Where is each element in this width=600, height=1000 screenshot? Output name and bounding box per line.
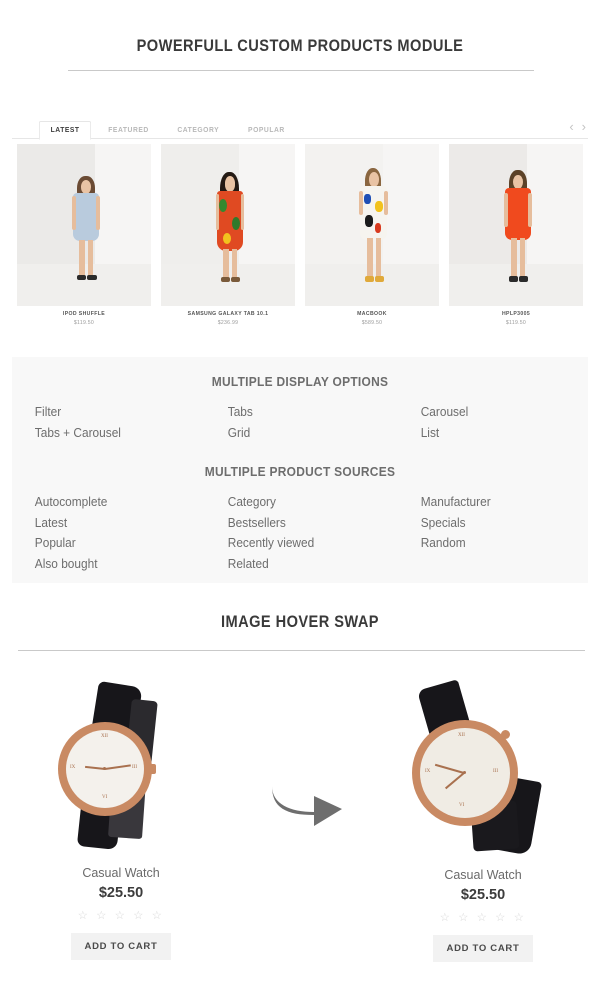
product-source[interactable]: Specials: [396, 513, 578, 534]
hover-swap-title: IMAGE HOVER SWAP: [221, 612, 379, 631]
product-image[interactable]: [305, 144, 439, 306]
title-divider: [68, 70, 534, 71]
tab-latest[interactable]: LATEST: [38, 121, 92, 140]
display-option[interactable]: Tabs: [204, 402, 386, 423]
carousel-item[interactable]: IPOD SHUFFLE $119.50: [12, 144, 156, 336]
product-price: $25.50: [98, 885, 144, 901]
product-image-default[interactable]: XII III VI IX: [36, 680, 206, 850]
product-name: Casual Watch: [82, 866, 160, 880]
product-source[interactable]: Latest: [12, 513, 194, 534]
carousel-item[interactable]: HPLP3005 $119.50: [444, 144, 588, 336]
product-card[interactable]: XII III VI IX Casual Watch $25.50 ☆ ☆ ☆ …: [398, 679, 568, 962]
product-source[interactable]: Also bought: [12, 554, 194, 575]
product-source[interactable]: Popular: [12, 533, 194, 554]
product-source[interactable]: Category: [204, 492, 386, 513]
product-sources-grid: Autocomplete Latest Popular Also bought …: [12, 492, 588, 574]
product-image-hover[interactable]: XII III VI IX: [398, 679, 568, 856]
curved-arrow-right-icon: [272, 786, 342, 826]
carousel-tabs-bar: LATEST FEATURED CATEGORY POPULAR: [12, 115, 588, 140]
chevron-left-icon[interactable]: ‹: [569, 120, 573, 133]
product-name: MACBOOK: [357, 311, 387, 317]
product-source[interactable]: Bestsellers: [204, 513, 386, 534]
carousel-item[interactable]: MACBOOK $589.50: [300, 144, 444, 336]
display-options-heading: MULTIPLE DISPLAY OPTIONS: [211, 374, 389, 389]
carousel-nav: ‹ ›: [569, 120, 586, 133]
product-name: HPLP3005: [501, 311, 531, 317]
display-option[interactable]: Filter: [12, 402, 194, 423]
product-image[interactable]: [449, 144, 583, 306]
product-carousel: IPOD SHUFFLE $119.50 SAMSUNG GALAXY TAB …: [12, 144, 588, 336]
tab-popular[interactable]: POPULAR: [237, 122, 295, 139]
product-card[interactable]: XII III VI IX Casual Watch $25.50 ☆ ☆ ☆ …: [36, 680, 206, 960]
product-price: $25.50: [460, 887, 506, 903]
product-name: SAMSUNG GALAXY TAB 10.1: [187, 311, 269, 317]
product-price: $119.50: [73, 320, 95, 326]
product-source[interactable]: Manufacturer: [396, 492, 578, 513]
display-option[interactable]: Carousel: [396, 402, 578, 423]
rating-stars[interactable]: ☆ ☆ ☆ ☆ ☆: [36, 908, 206, 922]
add-to-cart-button[interactable]: ADD TO CART: [432, 935, 534, 962]
add-to-cart-button[interactable]: ADD TO CART: [70, 933, 172, 960]
hover-swap-divider: [18, 650, 585, 651]
product-image[interactable]: [161, 144, 295, 306]
chevron-right-icon[interactable]: ›: [582, 120, 586, 133]
hover-swap-demo: XII III VI IX Casual Watch $25.50 ☆ ☆ ☆ …: [0, 672, 600, 992]
page-root: POWERFULL CUSTOM PRODUCTS MODULE LATEST …: [0, 0, 600, 1000]
product-name: Casual Watch: [444, 868, 522, 882]
product-sources-heading: MULTIPLE PRODUCT SOURCES: [204, 464, 396, 479]
carousel-item[interactable]: SAMSUNG GALAXY TAB 10.1 $236.99: [156, 144, 300, 336]
tab-list: LATEST FEATURED CATEGORY POPULAR: [12, 115, 588, 140]
product-source[interactable]: Autocomplete: [12, 492, 194, 513]
display-option[interactable]: List: [396, 423, 578, 444]
display-option[interactable]: Grid: [204, 423, 386, 444]
product-source[interactable]: Random: [396, 533, 578, 554]
tab-category[interactable]: CATEGORY: [167, 122, 230, 139]
page-title: POWERFULL CUSTOM PRODUCTS MODULE: [136, 36, 464, 55]
display-option[interactable]: Tabs + Carousel: [12, 423, 194, 444]
tab-featured[interactable]: FEATURED: [98, 122, 160, 139]
display-options-grid: Filter Tabs + Carousel Tabs Grid Carouse…: [12, 402, 588, 443]
features-panel: MULTIPLE DISPLAY OPTIONS Filter Tabs + C…: [12, 357, 588, 583]
product-price: $119.50: [505, 320, 527, 326]
product-price: $236.99: [217, 320, 239, 326]
product-name: IPOD SHUFFLE: [62, 311, 106, 317]
product-price: $589.50: [361, 320, 383, 326]
rating-stars[interactable]: ☆ ☆ ☆ ☆ ☆: [398, 910, 568, 924]
product-source[interactable]: Related: [204, 554, 386, 575]
product-image[interactable]: [17, 144, 151, 306]
product-source[interactable]: Recently viewed: [204, 533, 386, 554]
